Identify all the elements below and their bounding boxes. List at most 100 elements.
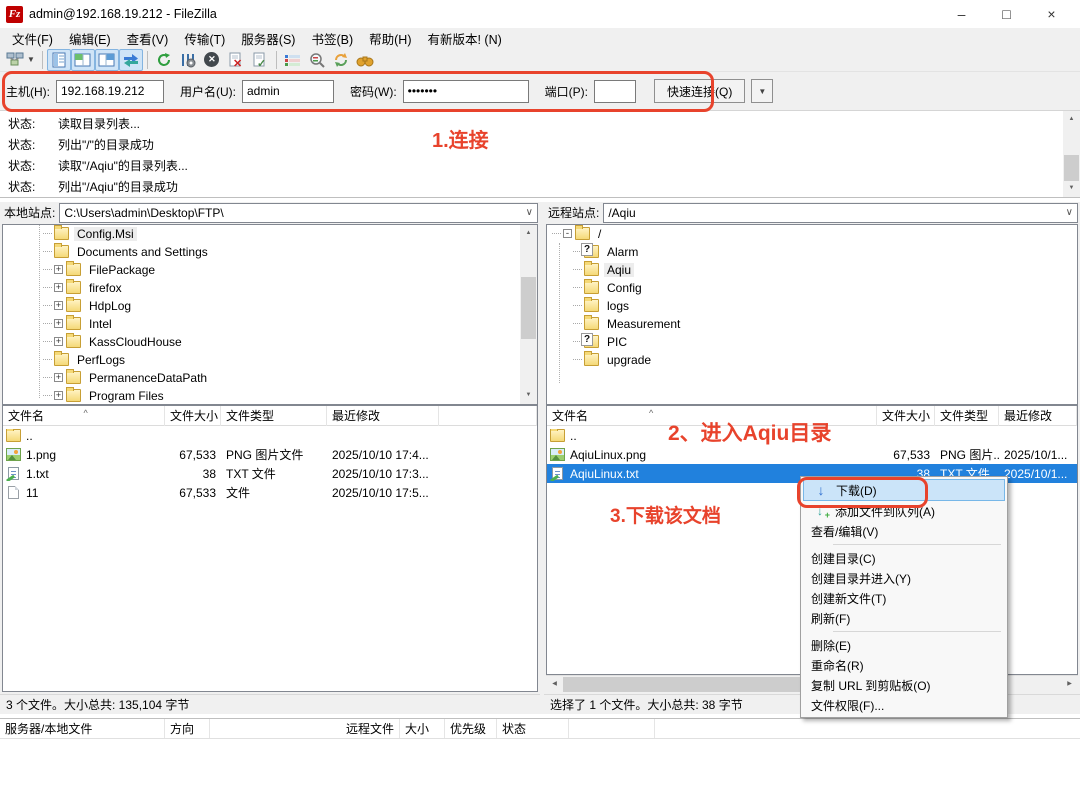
menu-bar-item[interactable]: 编辑(E)	[61, 27, 119, 50]
quickconnect-dropdown-button[interactable]: ▼	[751, 79, 773, 103]
scroll-left-icon[interactable]: ◀	[546, 676, 563, 693]
tree-item[interactable]: + KassCloudHouse	[3, 333, 537, 351]
tree-expander[interactable]: +	[54, 373, 63, 382]
tree-item[interactable]: Alarm	[547, 243, 1077, 261]
context-menu-item[interactable]: 创建新文件(T)	[803, 588, 1005, 608]
reconnect-button[interactable]: ✓	[248, 49, 272, 71]
context-menu-item[interactable]: 刷新(F)	[803, 608, 1005, 628]
menu-bar-item[interactable]: 书签(B)	[303, 27, 361, 50]
tree-item[interactable]: Config	[547, 279, 1077, 297]
tree-item[interactable]: + FilePackage	[3, 261, 537, 279]
column-header-type[interactable]: 文件类型	[221, 406, 327, 426]
scroll-down-icon[interactable]: ▼	[1063, 180, 1080, 197]
remote-site-combobox[interactable]: /Aqiu ∨	[603, 203, 1078, 223]
tree-item[interactable]: + PermanenceDataPath	[3, 369, 537, 387]
chevron-down-icon[interactable]: ∨	[1066, 207, 1073, 218]
local-tree-icon	[74, 53, 91, 67]
tree-item[interactable]: Documents and Settings	[3, 243, 537, 261]
menu-bar-item[interactable]: 文件(F)	[4, 27, 61, 50]
menu-bar-item[interactable]: 服务器(S)	[233, 27, 303, 50]
tree-expander[interactable]: +	[54, 265, 63, 274]
site-manager-button[interactable]: ▼	[3, 49, 38, 71]
scroll-right-icon[interactable]: ▶	[1061, 676, 1078, 693]
find-files-button[interactable]	[353, 49, 377, 71]
close-button[interactable]: ×	[1029, 1, 1074, 27]
tree-item[interactable]: + Intel	[3, 315, 537, 333]
tree-expander[interactable]: -	[563, 229, 572, 238]
synchronized-browsing-button[interactable]	[329, 49, 353, 71]
context-menu-item[interactable]: 文件权限(F)...	[803, 695, 1005, 715]
file-row[interactable]: ..	[3, 426, 537, 445]
context-menu-item[interactable]: 删除(E)	[803, 635, 1005, 655]
tree-expander[interactable]: +	[54, 319, 63, 328]
column-header-modified[interactable]: 最近修改	[327, 406, 439, 426]
log-scrollbar[interactable]: ▲ ▼	[1063, 111, 1080, 197]
toggle-transfer-queue-button[interactable]	[119, 49, 143, 71]
tree-item[interactable]: upgrade	[547, 351, 1077, 369]
menu-bar-item[interactable]: 有新版本! (N)	[419, 27, 509, 50]
menu-bar-item[interactable]: 查看(V)	[119, 27, 177, 50]
queue-column-header[interactable]	[569, 719, 655, 738]
scroll-up-icon[interactable]: ▲	[520, 225, 537, 242]
column-header-modified[interactable]: 最近修改	[999, 406, 1077, 426]
tree-item[interactable]: + firefox	[3, 279, 537, 297]
chevron-down-icon[interactable]: ∨	[526, 207, 533, 218]
local-site-combobox[interactable]: C:\Users\admin\Desktop\FTP\ ∨	[59, 203, 538, 223]
menu-separator	[833, 544, 1001, 545]
refresh-button[interactable]	[152, 49, 176, 71]
disconnect-button[interactable]: ✕	[224, 49, 248, 71]
queue-column-header[interactable]: 服务器/本地文件	[0, 719, 165, 738]
tree-expander[interactable]: +	[54, 301, 63, 310]
file-row[interactable]: 1.txt 38 TXT 文件 2025/10/10 17:3...	[3, 464, 537, 483]
menu-bar-item[interactable]: 传输(T)	[176, 27, 233, 50]
toggle-remote-tree-button[interactable]	[95, 49, 119, 71]
filezilla-logo-icon: Fz	[6, 6, 23, 23]
tree-item[interactable]: - /	[547, 225, 1077, 243]
column-header-size[interactable]: 文件大小	[877, 406, 935, 426]
tree-item[interactable]: Config.Msi	[3, 225, 537, 243]
tree-item[interactable]: + Program Files	[3, 387, 537, 405]
column-header-type[interactable]: 文件类型	[935, 406, 999, 426]
column-header-name[interactable]: 文件名^	[3, 406, 165, 426]
scrollbar-thumb[interactable]	[521, 277, 536, 339]
column-header-size[interactable]: 文件大小	[165, 406, 221, 426]
queue-column-header[interactable]: 状态	[497, 719, 569, 738]
directory-listing-filters-button[interactable]	[281, 49, 305, 71]
queue-column-header[interactable]: 远程文件	[210, 719, 400, 738]
tree-item[interactable]: + HdpLog	[3, 297, 537, 315]
scroll-up-icon[interactable]: ▲	[1063, 111, 1080, 128]
maximize-button[interactable]: □	[984, 1, 1029, 27]
cancel-button[interactable]: ✕	[200, 49, 224, 71]
tree-item[interactable]: PerfLogs	[3, 351, 537, 369]
queue-column-header[interactable]: 优先级	[445, 719, 497, 738]
tree-expander[interactable]: +	[54, 391, 63, 400]
menu-bar-item[interactable]: 帮助(H)	[361, 27, 419, 50]
scroll-down-icon[interactable]: ▼	[520, 387, 537, 404]
file-row[interactable]: 1.png 67,533 PNG 图片文件 2025/10/10 17:4...	[3, 445, 537, 464]
queue-column-header[interactable]: 方向	[165, 719, 210, 738]
context-menu-item[interactable]: 复制 URL 到剪贴板(O)	[803, 675, 1005, 695]
tree-item[interactable]: Aqiu	[547, 261, 1077, 279]
tree-expander[interactable]: +	[54, 337, 63, 346]
local-tree-scrollbar[interactable]: ▲ ▼	[520, 225, 537, 404]
context-menu-item[interactable]: 重命名(R)	[803, 655, 1005, 675]
tree-item[interactable]: PIC	[547, 333, 1077, 351]
tree-expander[interactable]: +	[54, 283, 63, 292]
folder-icon	[584, 263, 599, 276]
file-row[interactable]: AqiuLinux.png 67,533 PNG 图片... 2025/10/1…	[547, 445, 1077, 464]
directory-comparison-button[interactable]	[305, 49, 329, 71]
queue-column-header[interactable]: 大小	[400, 719, 445, 738]
site-manager-dropdown-icon[interactable]: ▼	[27, 55, 35, 64]
scrollbar-thumb[interactable]	[1064, 155, 1079, 181]
toggle-local-tree-button[interactable]	[71, 49, 95, 71]
process-queue-button[interactable]	[176, 49, 200, 71]
minimize-button[interactable]: –	[939, 1, 984, 27]
tree-item[interactable]: Measurement	[547, 315, 1077, 333]
tree-item[interactable]: logs	[547, 297, 1077, 315]
context-menu-item[interactable]: 查看/编辑(V)	[803, 521, 1005, 541]
context-menu-item[interactable]: 创建目录并进入(Y)	[803, 568, 1005, 588]
file-row[interactable]: 11 67,533 文件 2025/10/10 17:5...	[3, 483, 537, 502]
toggle-message-log-button[interactable]	[47, 49, 71, 71]
sync-icon	[333, 52, 349, 68]
context-menu-item[interactable]: 创建目录(C)	[803, 548, 1005, 568]
